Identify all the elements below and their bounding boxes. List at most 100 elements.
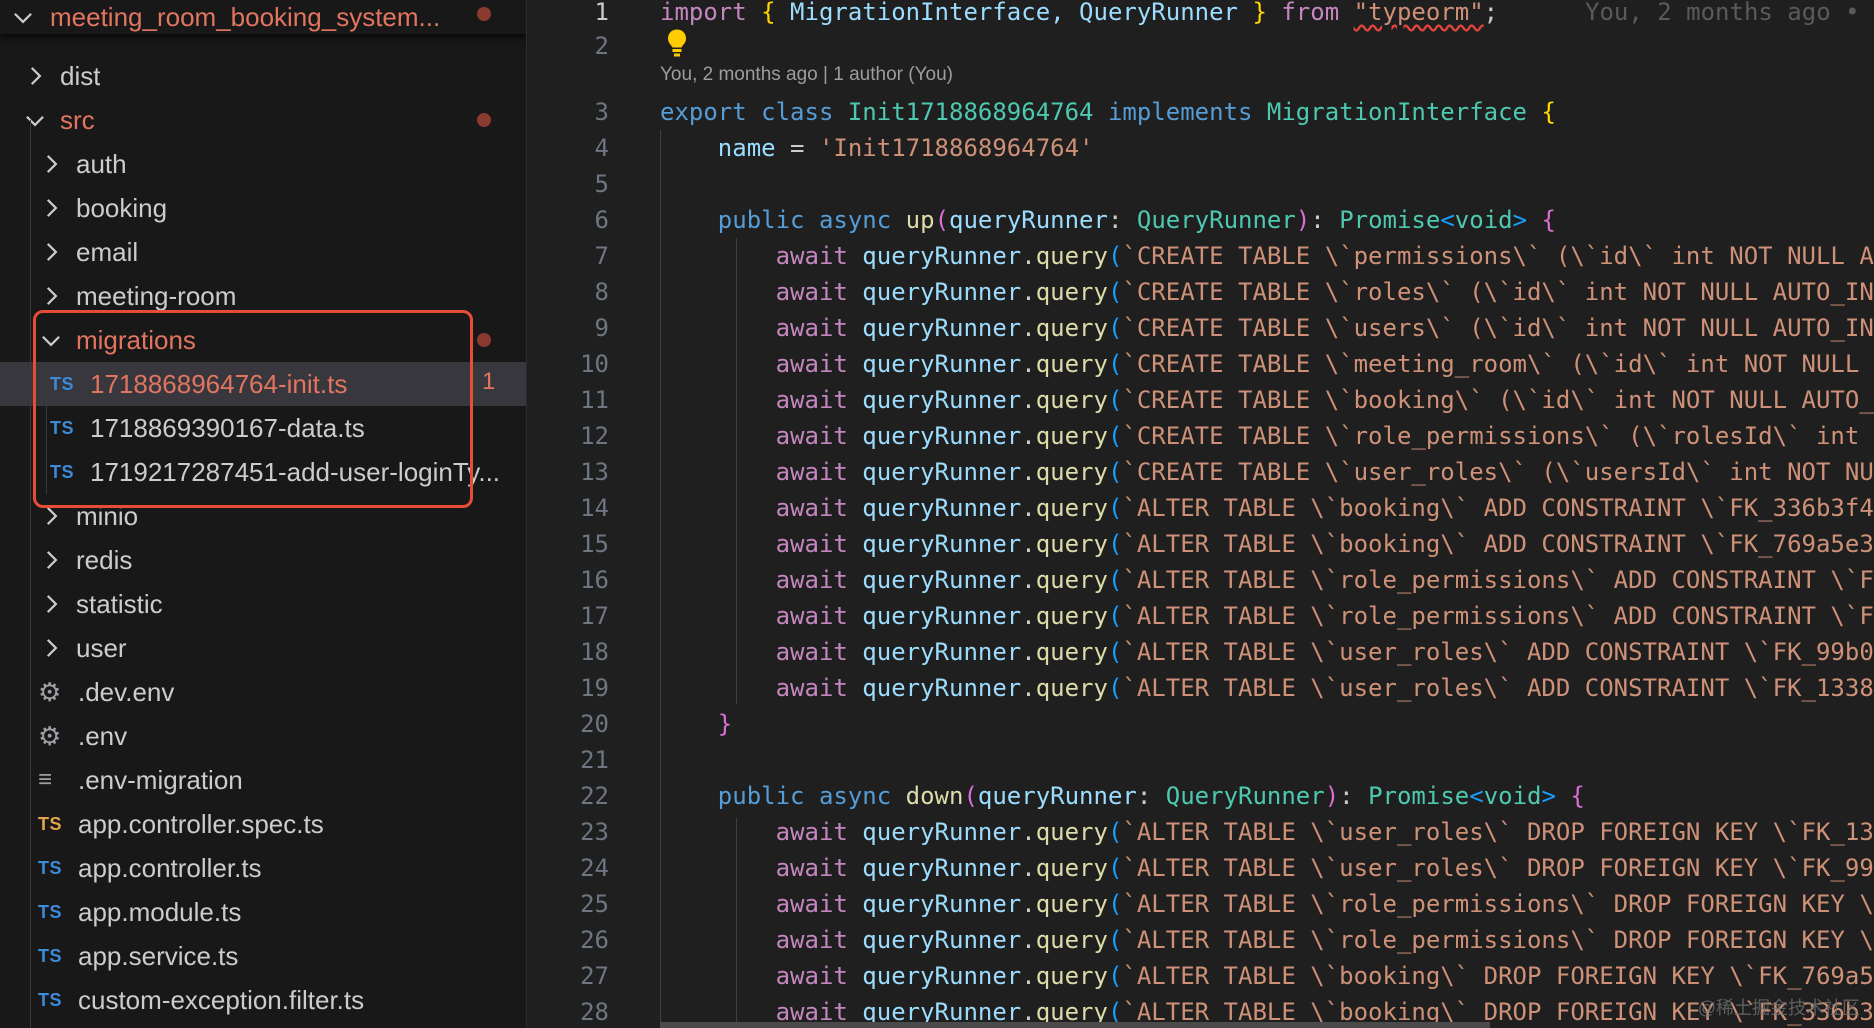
code-token: `ALTER TABLE \`user_roles\` DROP FOREIGN…: [1122, 818, 1874, 846]
modified-dot: [477, 333, 491, 347]
code-token: await: [775, 962, 848, 990]
file-item[interactable]: ⚙ .env: [0, 714, 526, 758]
code-token: Promise: [1339, 206, 1441, 234]
code-token: import: [660, 0, 747, 26]
code-editor[interactable]: You, 2 months ago | 1 author (You) 1 impo…: [527, 0, 1874, 1028]
file-item[interactable]: TS app.controller.spec.ts: [0, 802, 526, 846]
code-token: queryRunner: [862, 494, 1022, 522]
code-token: export: [660, 98, 747, 126]
code-content: await queryRunner.query(`CREATE TABLE \`…: [775, 422, 1874, 450]
chevron-right-icon: [38, 239, 64, 265]
file-item[interactable]: TS app.module.ts: [0, 890, 526, 934]
code-token: query: [1035, 854, 1108, 882]
code-content: await queryRunner.query(`ALTER TABLE \`b…: [775, 962, 1874, 990]
indent-guide: [736, 818, 737, 1028]
file-item[interactable]: ≡ .env-migration: [0, 758, 526, 802]
line-number: 19: [580, 674, 609, 702]
file-item[interactable]: TS app.service.ts: [0, 934, 526, 978]
file-item[interactable]: TS app.controller.ts: [0, 846, 526, 890]
typescript-file-icon: TS: [38, 857, 63, 878]
line-number: 10: [580, 350, 609, 378]
code-token: queryRunner: [862, 458, 1022, 486]
code-token: query: [1035, 602, 1108, 630]
folder-email[interactable]: email: [0, 230, 526, 274]
code-line: 4 name = 'Init1718868964764': [527, 130, 1874, 166]
code-token: await: [775, 242, 848, 270]
code-token: queryRunner: [862, 422, 1022, 450]
file-item[interactable]: TS custom-exception.filter.ts: [0, 978, 526, 1022]
line-number: 11: [580, 386, 609, 414]
code-content: await queryRunner.query(`ALTER TABLE \`u…: [775, 854, 1874, 882]
folder-user[interactable]: user: [0, 626, 526, 670]
code-token: await: [775, 674, 848, 702]
code-line: 24 await queryRunner.query(`ALTER TABLE …: [527, 850, 1874, 886]
code-token: queryRunner: [862, 350, 1022, 378]
line-number: 18: [580, 638, 609, 666]
file-item[interactable]: ⚙ .dev.env: [0, 670, 526, 714]
folder-redis[interactable]: redis: [0, 538, 526, 582]
line-number: 9: [594, 314, 609, 342]
gear-icon: ⚙: [38, 676, 62, 707]
line-number: 26: [580, 926, 609, 954]
project-root-header[interactable]: meeting_room_booking_system...: [0, 0, 526, 34]
code-token: query: [1035, 314, 1108, 342]
code-line: 16 await queryRunner.query(`ALTER TABLE …: [527, 562, 1874, 598]
typescript-file-icon: TS: [38, 945, 63, 966]
line-number: 12: [580, 422, 609, 450]
line-number: 13: [580, 458, 609, 486]
code-token: query: [1035, 422, 1108, 450]
code-line: 3 export class Init1718868964764 implemen…: [527, 94, 1874, 130]
code-token: query: [1035, 674, 1108, 702]
code-line: 25 await queryRunner.query(`ALTER TABLE …: [527, 886, 1874, 922]
line-number: 8: [594, 278, 609, 306]
code-token: query: [1035, 962, 1108, 990]
gear-icon: ⚙: [38, 720, 62, 751]
code-token: await: [775, 818, 848, 846]
code-token: query: [1035, 530, 1108, 558]
chevron-right-icon: [22, 63, 48, 89]
codelens-blame[interactable]: You, 2 months ago | 1 author (You): [660, 64, 953, 86]
code-token: await: [775, 602, 848, 630]
code-line: 2: [527, 28, 1874, 64]
chevron-right-icon: [38, 283, 64, 309]
folder-booking[interactable]: booking: [0, 186, 526, 230]
folder-auth[interactable]: auth: [0, 142, 526, 186]
code-line: 18 await queryRunner.query(`ALTER TABLE …: [527, 634, 1874, 670]
problem-count-badge: 1: [482, 368, 496, 395]
code-token: `ALTER TABLE \`role_permissions\` ADD CO…: [1122, 602, 1874, 630]
code-content: public async down(queryRunner: QueryRunn…: [717, 782, 1585, 810]
code-token: await: [775, 566, 848, 594]
code-token: await: [775, 386, 848, 414]
code-content: public async up(queryRunner: QueryRunner…: [717, 206, 1556, 234]
code-token: queryRunner: [862, 314, 1022, 342]
code-line: 14 await queryRunner.query(`ALTER TABLE …: [527, 490, 1874, 526]
code-token: queryRunner: [862, 242, 1022, 270]
code-token: await: [775, 854, 848, 882]
code-token: `CREATE TABLE \`roles\` (\`id\` int NOT …: [1122, 278, 1874, 306]
code-token: `CREATE TABLE \`role_permissions\` (\`ro…: [1122, 422, 1874, 450]
code-line: 17 await queryRunner.query(`ALTER TABLE …: [527, 598, 1874, 634]
folder-dist[interactable]: dist: [0, 54, 526, 98]
line-number: 2: [594, 32, 609, 60]
code-token: `ALTER TABLE \`booking\` ADD CONSTRAINT …: [1122, 494, 1874, 522]
code-token: query: [1035, 890, 1108, 918]
code-content: await queryRunner.query(`ALTER TABLE \`r…: [775, 602, 1874, 630]
line-number: 25: [580, 890, 609, 918]
code-line: 9 await queryRunner.query(`CREATE TABLE …: [527, 310, 1874, 346]
code-token: `ALTER TABLE \`booking\` DROP FOREIGN KE…: [1122, 962, 1874, 990]
chevron-down-icon: [10, 4, 36, 30]
code-line: 13 await queryRunner.query(`CREATE TABLE…: [527, 454, 1874, 490]
horizontal-scrollbar[interactable]: [660, 1022, 1490, 1028]
code-token: query: [1035, 458, 1108, 486]
code-token: {: [1541, 98, 1556, 126]
folder-statistic[interactable]: statistic: [0, 582, 526, 626]
chevron-right-icon: [38, 635, 64, 661]
line-number: 17: [580, 602, 609, 630]
folder-src[interactable]: src: [0, 98, 526, 142]
code-token: Init1718868964764: [847, 98, 1094, 126]
code-token: `ALTER TABLE \`booking\` ADD CONSTRAINT …: [1122, 530, 1874, 558]
code-content: await queryRunner.query(`CREATE TABLE \`…: [775, 314, 1874, 342]
indent-guide: [736, 238, 737, 704]
code-content: await queryRunner.query(`CREATE TABLE \`…: [775, 350, 1874, 378]
code-token: await: [775, 530, 848, 558]
